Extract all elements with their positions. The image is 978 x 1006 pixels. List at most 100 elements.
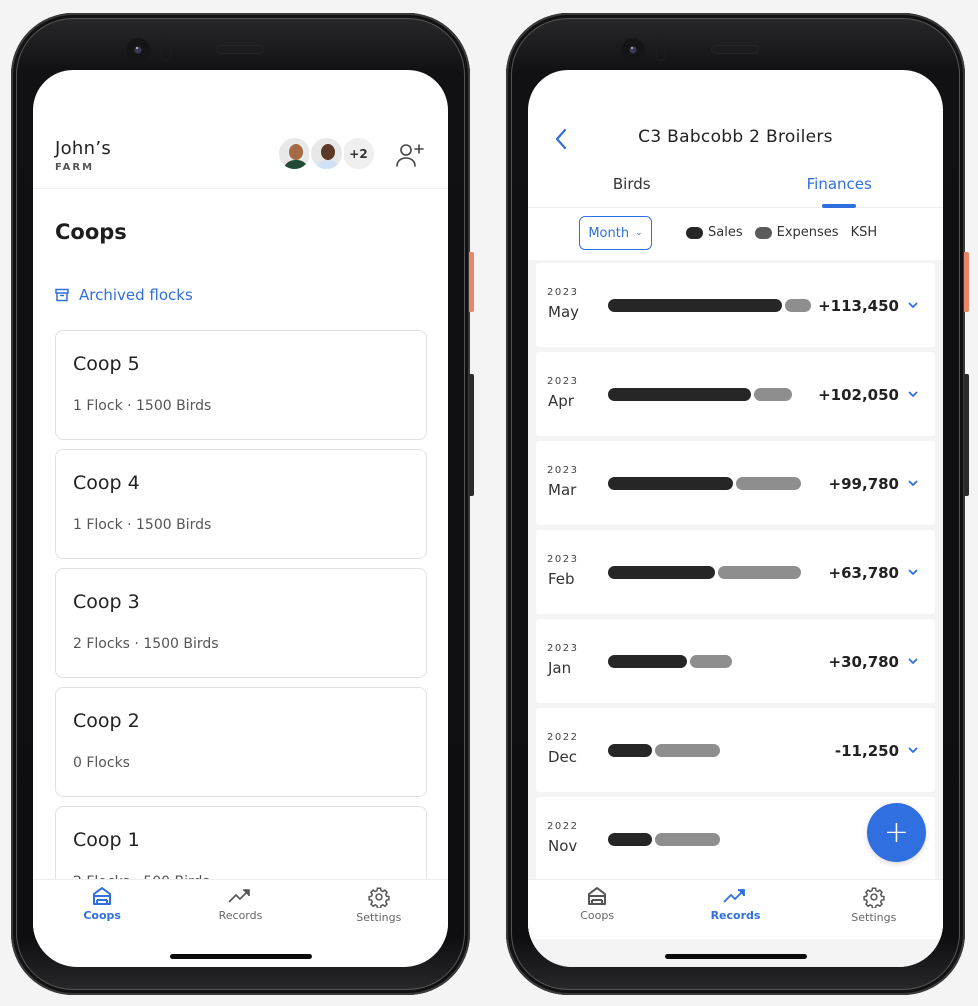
user-plus-icon <box>396 144 424 167</box>
tab-bar: Birds Finances <box>528 170 943 208</box>
farm-label: FARM <box>55 162 95 173</box>
home-indicator[interactable] <box>665 954 807 959</box>
nav-coops-label: Coops <box>83 909 121 922</box>
chevron-down-icon[interactable] <box>907 566 919 578</box>
record-net-value: -11,250 <box>834 742 899 760</box>
sales-swatch <box>686 226 703 239</box>
legend-sales: Sales <box>686 225 743 240</box>
expenses-bar <box>785 299 811 312</box>
expenses-bar <box>754 388 792 401</box>
top-bar: C3 Babcobb 2 Broilers <box>528 125 943 155</box>
phone-frame-left: John’s FARM +2 Coops Archived flocks Coo… <box>11 13 474 995</box>
nav-settings-label: Settings <box>356 911 402 924</box>
coop-card[interactable]: Coop 2 0 Flocks <box>55 687 427 797</box>
expenses-bar <box>655 744 720 757</box>
expenses-swatch <box>754 226 772 239</box>
farm-header: John’s FARM +2 <box>33 125 448 189</box>
sales-bar <box>608 655 687 668</box>
coop-card[interactable]: Coop 5 1 Flock · 1500 Birds <box>55 330 427 440</box>
finance-record-row[interactable]: 2022 Dec -11,250 <box>536 708 935 792</box>
nav-coops[interactable]: Coops <box>528 880 666 939</box>
coop-card[interactable]: Coop 4 1 Flock · 1500 Birds <box>55 449 427 559</box>
coop-icon <box>93 887 112 905</box>
bottom-nav: Coops Records Settings <box>33 879 448 939</box>
record-month: Dec <box>548 748 578 766</box>
archived-flocks-label: Archived flocks <box>79 286 193 304</box>
record-net-value: +99,780 <box>828 475 899 493</box>
power-button[interactable] <box>964 252 969 312</box>
sensor <box>161 39 171 61</box>
record-month: Nov <box>548 837 578 855</box>
sales-bar <box>608 744 652 757</box>
record-month: Mar <box>548 481 577 499</box>
tab-birds[interactable]: Birds <box>528 170 736 207</box>
chevron-left-icon <box>555 128 567 150</box>
expenses-bar <box>718 566 801 579</box>
sensor <box>656 39 666 61</box>
record-year: 2023 <box>547 643 579 654</box>
nav-coops[interactable]: Coops <box>33 880 171 939</box>
chevron-down-icon[interactable] <box>907 299 919 311</box>
record-net-value: +30,780 <box>828 653 899 671</box>
add-member-button[interactable] <box>395 142 425 168</box>
coop-subtitle: 1 Flock · 1500 Birds <box>73 517 212 533</box>
expenses-bar <box>655 833 720 846</box>
legend-sales-label: Sales <box>708 225 743 240</box>
coops-screen: John’s FARM +2 Coops Archived flocks Coo… <box>33 70 448 967</box>
chevron-down-icon[interactable] <box>907 388 919 400</box>
volume-button[interactable] <box>469 374 474 496</box>
record-year: 2023 <box>547 376 579 387</box>
add-record-button[interactable]: + <box>867 803 926 862</box>
finance-record-row[interactable]: 2023 May +113,450 <box>536 263 935 347</box>
nav-settings[interactable]: Settings <box>805 880 943 939</box>
archived-flocks-link[interactable]: Archived flocks <box>55 286 193 304</box>
coop-title: Coop 5 <box>73 353 140 375</box>
sales-bar <box>608 299 782 312</box>
farm-name[interactable]: John’s <box>55 138 111 159</box>
chevron-down-icon[interactable] <box>907 655 919 667</box>
earpiece-speaker <box>216 45 264 54</box>
home-indicator[interactable] <box>170 954 312 959</box>
finances-screen: C3 Babcobb 2 Broilers Birds Finances Mon… <box>528 70 943 967</box>
coop-title: Coop 3 <box>73 591 140 613</box>
coop-subtitle: 0 Flocks <box>73 755 130 771</box>
gear-icon <box>863 887 885 908</box>
nav-records-label: Records <box>710 909 761 922</box>
nav-records[interactable]: Records <box>171 880 309 939</box>
nav-records[interactable]: Records <box>666 880 804 939</box>
finance-record-row[interactable]: 2023 Jan +30,780 <box>536 619 935 703</box>
tab-finances[interactable]: Finances <box>736 170 944 207</box>
coop-title: Coop 2 <box>73 710 140 732</box>
flock-title: C3 Babcobb 2 Broilers <box>638 127 833 147</box>
record-net-value: +63,780 <box>828 564 899 582</box>
finance-record-row[interactable]: 2023 Apr +102,050 <box>536 352 935 436</box>
front-camera <box>126 38 150 62</box>
chart-legend: Sales Expenses KSH <box>686 225 877 240</box>
power-button[interactable] <box>469 252 474 312</box>
sales-bar <box>608 388 751 401</box>
member-avatars[interactable]: +2 <box>277 136 376 171</box>
coop-icon <box>588 887 607 905</box>
earpiece-speaker <box>711 45 759 54</box>
coop-title: Coop 4 <box>73 472 140 494</box>
back-button[interactable] <box>552 127 572 151</box>
chevron-down-icon: ⌄ <box>635 228 643 238</box>
legend-expenses: Expenses <box>754 225 839 240</box>
sales-bar <box>608 477 733 490</box>
volume-button[interactable] <box>964 374 969 496</box>
record-year: 2022 <box>547 732 579 743</box>
coop-card[interactable]: Coop 3 2 Flocks · 1500 Birds <box>55 568 427 678</box>
period-select[interactable]: Month ⌄ <box>579 216 652 250</box>
record-month: Feb <box>548 570 575 588</box>
finance-record-row[interactable]: 2023 Mar +99,780 <box>536 441 935 525</box>
chevron-down-icon[interactable] <box>907 477 919 489</box>
coop-title: Coop 1 <box>73 829 140 851</box>
chevron-down-icon[interactable] <box>907 744 919 756</box>
trending-up-icon <box>228 889 251 903</box>
legend-expenses-label: Expenses <box>776 225 839 240</box>
finance-record-row[interactable]: 2023 Feb +63,780 <box>536 530 935 614</box>
finance-records-list: 2023 May +113,450 2023 Apr +102,050 2023 Mar +99… <box>528 260 943 967</box>
nav-settings[interactable]: Settings <box>310 880 448 939</box>
record-month: Jan <box>548 659 572 677</box>
coop-subtitle: 2 Flocks · 1500 Birds <box>73 636 219 652</box>
